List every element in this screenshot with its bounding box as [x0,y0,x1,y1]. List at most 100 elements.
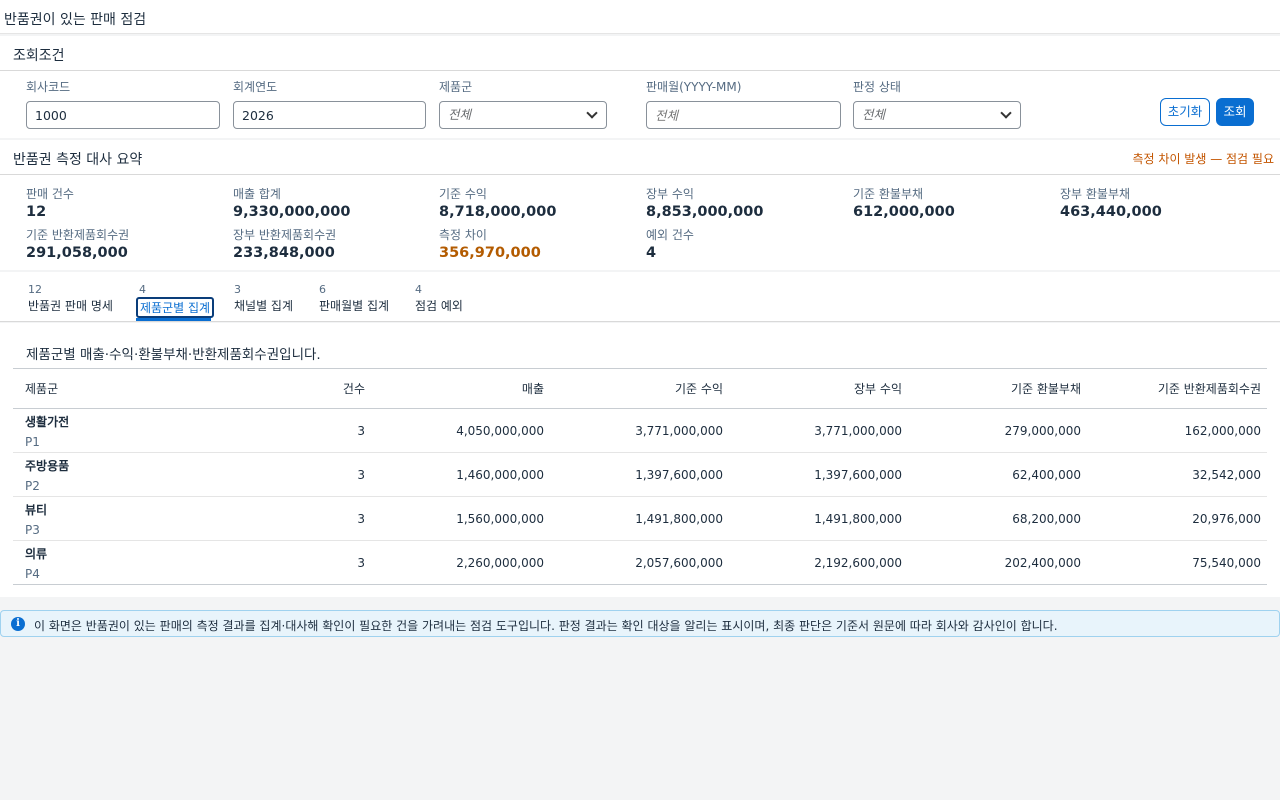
company-code-input[interactable] [26,101,220,129]
table-row[interactable]: 주방용품 P2 3 1,460,000,000 1,397,600,000 1,… [13,452,1267,497]
cell-std-revenue: 2,057,600,000 [635,555,723,570]
cell-book-revenue: 2,192,600,000 [814,555,902,570]
metric-label: 기준 수익 [439,187,487,201]
metric-book-refund-liability: 장부 환불부채 463,440,000 [1060,185,1162,220]
tab-exceptions[interactable]: 4 점검 예외 [415,283,463,314]
metric-value: 8,718,000,000 [439,204,557,220]
metric-value: 12 [26,204,47,220]
cell-return-asset: 75,540,000 [1192,555,1261,570]
metric-value: 463,440,000 [1060,204,1162,220]
metric-value: 291,058,000 [26,245,128,261]
measurement-warning: 측정 차이 발생 — 점검 필요 [1132,152,1274,166]
summary-panel-header: 반품권 측정 대사 요약 측정 차이 발생 — 점검 필요 [0,140,1280,175]
tab-count: 12 [28,283,42,296]
tab-sales-detail[interactable]: 12 반품권 판매 명세 [28,283,113,314]
tab-bar: 12 반품권 판매 명세 4 제품군별 집계 3 채널별 집계 6 판매월별 집… [0,272,1280,322]
tab-by-product-group[interactable]: 4 제품군별 집계 [136,283,215,318]
filter-panel-header: 조회조건 [0,36,1280,71]
company-code-label: 회사코드 [26,80,71,94]
metric-measurement-diff: 측정 차이 356,970,000 [439,226,541,261]
info-message-text: 이 화면은 반품권이 있는 판매의 측정 결과를 집계·대사해 확인이 필요한 … [34,619,1058,633]
cell-std-revenue: 3,771,000,000 [550,408,729,453]
cell-sales: 1,560,000,000 [371,496,550,541]
summary-panel: 반품권 측정 대사 요약 측정 차이 발생 — 점검 필요 판매 건수 12 매… [0,140,1280,270]
table-row[interactable]: 뷰티 P3 3 1,560,000,000 1,491,800,000 1,49… [13,496,1267,541]
cell-book-revenue: 1,397,600,000 [729,452,908,497]
column-header-product-group[interactable]: 제품군 [13,368,228,409]
metric-std-refund-liability: 기준 환불부채 612,000,000 [853,185,955,220]
cell-std-revenue: 1,397,600,000 [550,452,729,497]
cell-count: 3 [228,496,371,541]
column-header-std-revenue[interactable]: 기준 수익 [550,368,729,409]
product-group-name: 의류 [25,546,48,561]
company-code-field: 회사코드 [26,78,220,129]
table-header-row: 제품군 건수 매출 기준 수익 장부 수익 기준 환불부채 기준 반환제품회수권 [13,368,1267,409]
metric-value: 8,853,000,000 [646,204,764,220]
table-caption: 제품군별 매출·수익·환불부채·반환제품회수권입니다. [26,347,321,363]
cell-refund-liability: 68,200,000 [908,496,1087,541]
tab-count: 4 [139,283,146,296]
tab-by-channel[interactable]: 3 채널별 집계 [234,283,293,314]
info-message-strip: i 이 화면은 반품권이 있는 판매의 측정 결과를 집계·대사해 확인이 필요… [0,610,1280,637]
fiscal-year-field: 회계연도 [233,78,426,129]
judgement-status-value: 전체 [862,107,886,122]
column-header-return-asset[interactable]: 기준 반환제품회수권 [1087,368,1267,409]
cell-product-group: 생활가전 P1 [13,408,228,453]
sales-month-input[interactable] [646,101,841,129]
tab-count: 4 [415,283,422,296]
tab-count: 6 [319,283,326,296]
metric-value: 356,970,000 [439,245,541,261]
table-row[interactable]: 생활가전 P1 3 4,050,000,000 3,771,000,000 3,… [13,408,1267,453]
metric-label: 측정 차이 [439,228,487,242]
column-header-refund-liability[interactable]: 기준 환불부채 [908,368,1087,409]
product-group-select[interactable]: 전체 [439,101,607,129]
metric-label: 예외 건수 [646,228,694,242]
sales-month-label: 판매월(YYYY-MM) [646,80,742,94]
sales-month-field: 판매월(YYYY-MM) [646,78,841,129]
cell-product-group: 의류 P4 [13,541,228,585]
fiscal-year-label: 회계연도 [233,80,278,94]
metric-book-revenue: 장부 수익 8,853,000,000 [646,185,763,220]
page-header: 반품권이 있는 판매 점검 [0,0,1280,34]
product-group-field: 제품군 전체 [439,78,607,129]
metric-label: 장부 환불부채 [1060,187,1131,201]
product-group-name: 뷰티 [25,502,48,517]
product-group-table: 제품군 건수 매출 기준 수익 장부 수익 기준 환불부채 기준 반환제품회수권… [13,368,1267,585]
product-group-code: P3 [25,522,40,537]
cell-book-revenue: 3,771,000,000 [729,408,908,453]
metric-book-return-asset: 장부 반환제품회수권 233,848,000 [233,226,336,261]
column-header-count[interactable]: 건수 [228,368,371,409]
product-group-summary: 제품군별 매출·수익·환불부채·반환제품회수권입니다. 제품군 건수 매출 기준… [0,323,1280,597]
cell-sales: 2,260,000,000 [456,555,544,570]
tab-count: 3 [234,283,241,296]
cell-sales: 4,050,000,000 [371,408,550,453]
cell-refund-liability: 202,400,000 [1004,555,1081,570]
metric-value: 612,000,000 [853,204,955,220]
cell-refund-liability: 62,400,000 [908,452,1087,497]
product-group-name: 생활가전 [25,414,70,429]
metric-sales-total: 매출 합계 9,330,000,000 [233,185,350,220]
cell-refund-liability: 279,000,000 [908,408,1087,453]
metric-label: 판매 건수 [26,187,74,201]
reset-button[interactable]: 초기화 [1160,98,1210,126]
column-header-sales[interactable]: 매출 [371,368,550,409]
search-button[interactable]: 조회 [1216,98,1254,126]
metric-label: 매출 합계 [233,187,281,201]
judgement-status-select[interactable]: 전체 [853,101,1021,129]
tab-by-sales-month[interactable]: 6 판매월별 집계 [319,283,389,314]
cell-product-group: 주방용품 P2 [13,452,228,497]
summary-panel-title: 반품권 측정 대사 요약 [13,152,143,168]
chevron-down-icon [586,107,598,119]
product-group-value: 전체 [448,107,472,122]
column-header-book-revenue[interactable]: 장부 수익 [729,368,908,409]
table-row[interactable]: 의류 P4 3 2,260,000,000 2,057,600,000 2,19… [13,541,1267,585]
product-group-code: P1 [25,434,40,449]
tab-label: 제품군별 집계 [136,297,215,318]
cell-std-revenue: 1,491,800,000 [550,496,729,541]
cell-count: 3 [357,555,365,570]
fiscal-year-input[interactable] [233,101,426,129]
product-group-name: 주방용품 [25,458,70,473]
metric-value: 9,330,000,000 [233,204,351,220]
product-group-code: P2 [25,478,40,493]
cell-count: 3 [228,408,371,453]
